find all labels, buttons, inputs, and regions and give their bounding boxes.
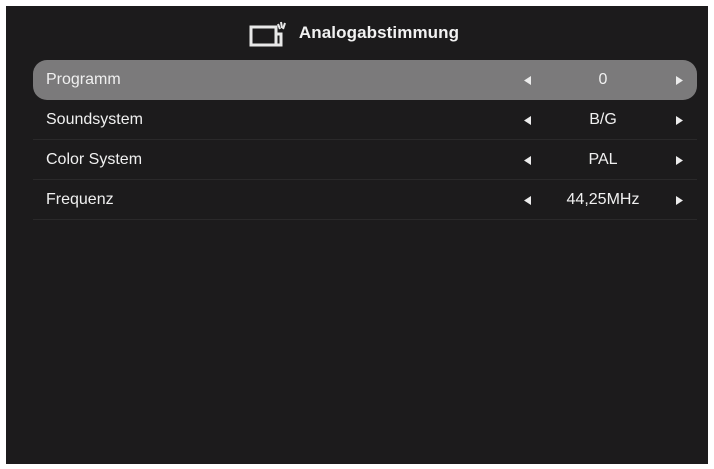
arrow-left-icon[interactable] <box>519 140 535 180</box>
tv-menu-screen: Analogabstimmung Programm 0 Soundsystem … <box>6 6 708 464</box>
menu-row-value: 44,25MHz <box>566 191 640 208</box>
menu-row-value: PAL <box>588 151 618 168</box>
settings-menu: Programm 0 Soundsystem B/G Color System <box>6 60 708 220</box>
menu-row-color-system[interactable]: Color System PAL <box>33 140 697 180</box>
menu-row-value: B/G <box>589 111 617 128</box>
menu-row-programm[interactable]: Programm 0 <box>33 60 697 100</box>
arrow-right-icon[interactable] <box>671 140 687 180</box>
menu-row-label: Soundsystem <box>46 111 143 128</box>
header-title-group: Analogabstimmung <box>249 18 459 48</box>
arrow-left-icon[interactable] <box>519 100 535 140</box>
menu-row-frequenz[interactable]: Frequenz 44,25MHz <box>33 180 697 220</box>
arrow-right-icon[interactable] <box>671 60 687 100</box>
menu-row-label: Programm <box>46 71 121 88</box>
menu-row-soundsystem[interactable]: Soundsystem B/G <box>33 100 697 140</box>
menu-row-label: Frequenz <box>46 191 114 208</box>
menu-row-label: Color System <box>46 151 143 168</box>
arrow-left-icon[interactable] <box>519 60 535 100</box>
menu-row-value: 0 <box>598 71 608 88</box>
page-title: Analogabstimmung <box>298 23 460 42</box>
arrow-right-icon[interactable] <box>671 100 687 140</box>
arrow-right-icon[interactable] <box>671 180 687 220</box>
menu-header: Analogabstimmung <box>6 6 708 60</box>
tv-signal-icon <box>249 21 286 47</box>
arrow-left-icon[interactable] <box>519 180 535 220</box>
